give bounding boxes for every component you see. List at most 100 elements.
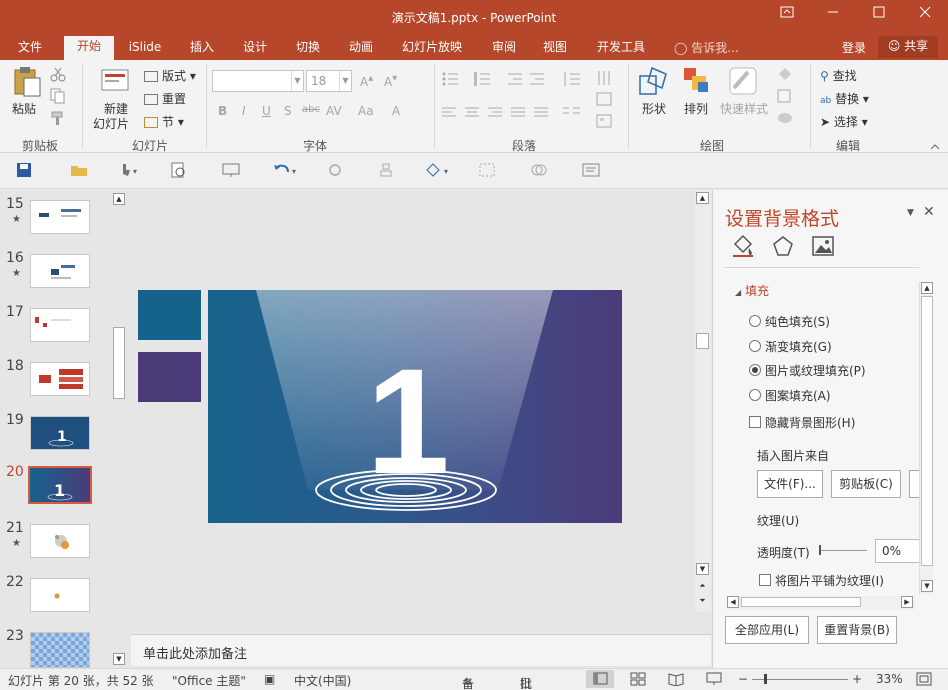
bullets-icon[interactable] bbox=[442, 72, 464, 89]
slideshow-view-icon[interactable] bbox=[706, 672, 722, 689]
shapes-qat-icon[interactable]: ▾ bbox=[424, 162, 448, 180]
open-folder-icon[interactable] bbox=[70, 162, 90, 180]
shape-fill-icon[interactable] bbox=[776, 66, 794, 85]
merge-shapes-icon[interactable] bbox=[530, 162, 550, 180]
notes-pane[interactable]: 单击此处添加备注 bbox=[131, 634, 711, 666]
color-swatch-blue[interactable] bbox=[138, 290, 201, 340]
save-icon[interactable] bbox=[16, 162, 36, 180]
increase-indent-icon[interactable] bbox=[530, 72, 546, 89]
scrollbar-thumb[interactable] bbox=[696, 333, 709, 349]
share-button[interactable]: ☺ 共享 bbox=[878, 36, 938, 58]
tab-animations[interactable]: 动画 bbox=[339, 38, 383, 60]
effects-tab-icon[interactable] bbox=[771, 234, 795, 261]
scroll-down-icon[interactable]: ▼ bbox=[113, 653, 125, 665]
picture-fill-label[interactable]: 图片或纹理填充(P) bbox=[765, 362, 866, 379]
hide-background-checkbox[interactable] bbox=[749, 416, 761, 428]
apply-to-all-button[interactable]: 全部应用(L) bbox=[725, 616, 809, 644]
solid-fill-radio[interactable] bbox=[749, 315, 761, 327]
scroll-up-icon[interactable]: ▲ bbox=[696, 192, 709, 204]
current-slide[interactable]: 1 bbox=[208, 290, 622, 523]
pattern-fill-radio[interactable] bbox=[749, 389, 761, 401]
quick-styles-button[interactable]: 快速样式 bbox=[720, 100, 768, 117]
zoom-level[interactable]: 33% bbox=[876, 672, 903, 686]
slide-thumbnail[interactable] bbox=[30, 362, 90, 396]
change-case-button[interactable]: Aa bbox=[358, 104, 374, 118]
italic-button[interactable]: I bbox=[242, 104, 246, 118]
pattern-fill-label[interactable]: 图案填充(A) bbox=[765, 387, 831, 404]
transparency-input[interactable]: 0% bbox=[875, 539, 921, 563]
reading-view-icon[interactable] bbox=[668, 672, 684, 689]
pane-close-icon[interactable]: ✕ bbox=[923, 204, 935, 220]
shapes-button[interactable]: 形状 bbox=[642, 100, 666, 117]
maximize-icon[interactable] bbox=[864, 6, 894, 26]
font-color-icon[interactable]: A bbox=[392, 104, 400, 118]
new-slide-icon[interactable] bbox=[100, 66, 130, 99]
next-slide-icon[interactable]: ⏷ bbox=[696, 596, 709, 608]
scrollbar-thumb[interactable] bbox=[921, 296, 933, 566]
normal-view-icon[interactable] bbox=[586, 670, 614, 688]
picture-fill-radio[interactable] bbox=[749, 364, 761, 376]
print-preview-icon[interactable] bbox=[170, 162, 190, 180]
online-button-partial[interactable] bbox=[909, 470, 919, 498]
ribbon-display-icon[interactable] bbox=[772, 6, 802, 26]
slide-thumbnail[interactable] bbox=[30, 632, 90, 668]
slide-thumbnail[interactable] bbox=[30, 578, 90, 612]
reset-background-button[interactable]: 重置背景(B) bbox=[817, 616, 897, 644]
layout-button[interactable]: 版式 ▾ bbox=[144, 67, 196, 84]
section-button[interactable]: 节 ▾ bbox=[144, 113, 184, 130]
shape-effects-icon[interactable] bbox=[776, 110, 794, 129]
color-swatch-purple[interactable] bbox=[138, 352, 201, 402]
fill-section-header[interactable]: ◢ 填充 bbox=[735, 282, 769, 299]
editor-scrollbar[interactable]: ▲ ▼ ⏶ ⏷ bbox=[695, 190, 711, 612]
slide-thumbnail-selected[interactable]: 1 bbox=[28, 466, 92, 504]
paste-button[interactable]: 粘贴 bbox=[12, 100, 36, 117]
close-icon[interactable] bbox=[910, 6, 940, 26]
shrink-font-icon[interactable]: A▾ bbox=[384, 73, 397, 89]
format-painter-icon[interactable] bbox=[50, 110, 66, 129]
slide-thumbnail[interactable]: 1 bbox=[30, 416, 90, 450]
justify-icon[interactable] bbox=[511, 106, 527, 123]
arrange-icon[interactable] bbox=[682, 66, 712, 101]
scroll-left-icon[interactable]: ◀ bbox=[727, 596, 739, 608]
present-icon[interactable] bbox=[222, 162, 242, 180]
hide-background-label[interactable]: 隐藏背景图形(H) bbox=[765, 414, 855, 431]
zoom-out-icon[interactable]: − bbox=[738, 672, 748, 686]
scroll-down-icon[interactable]: ▼ bbox=[696, 563, 709, 575]
font-name-combo[interactable]: ▼ bbox=[212, 70, 304, 92]
redo-icon[interactable] bbox=[326, 162, 346, 180]
language-indicator[interactable]: 中文(中国) bbox=[294, 672, 351, 689]
scroll-down-icon[interactable]: ▼ bbox=[921, 580, 933, 592]
align-left-icon[interactable] bbox=[442, 106, 458, 123]
previous-slide-icon[interactable]: ⏶ bbox=[696, 581, 709, 593]
tile-texture-checkbox[interactable] bbox=[759, 574, 771, 586]
slide-big-number[interactable]: 1 bbox=[348, 346, 468, 496]
transparency-slider-handle[interactable] bbox=[819, 545, 821, 555]
copy-icon[interactable] bbox=[50, 88, 66, 107]
minimize-icon[interactable] bbox=[818, 6, 848, 26]
paste-icon[interactable] bbox=[12, 66, 42, 101]
scroll-up-icon[interactable]: ▲ bbox=[113, 193, 125, 205]
slide-thumbnail[interactable] bbox=[30, 308, 90, 342]
tile-texture-label[interactable]: 将图片平铺为纹理(I) bbox=[775, 572, 884, 589]
align-objects-icon[interactable] bbox=[378, 162, 398, 180]
shape-outline-icon[interactable] bbox=[776, 88, 794, 107]
align-text-icon[interactable] bbox=[596, 92, 612, 109]
transparency-slider-track[interactable] bbox=[819, 550, 867, 551]
solid-fill-label[interactable]: 纯色填充(S) bbox=[765, 313, 830, 330]
tab-home[interactable]: 开始 bbox=[64, 36, 114, 60]
shapes-icon[interactable] bbox=[638, 66, 670, 101]
replace-button[interactable]: ab 替换 ▾ bbox=[820, 90, 869, 107]
file-button[interactable]: 文件(F)... bbox=[757, 470, 823, 498]
decrease-indent-icon[interactable] bbox=[508, 72, 524, 89]
tab-islide[interactable]: iSlide bbox=[122, 38, 168, 60]
tab-insert[interactable]: 插入 bbox=[180, 38, 224, 60]
numbering-icon[interactable] bbox=[474, 72, 496, 89]
underline-button[interactable]: U bbox=[262, 104, 271, 118]
zoom-slider-handle[interactable] bbox=[764, 674, 767, 684]
pane-options-icon[interactable]: ▼ bbox=[907, 208, 914, 218]
new-slide-label-2[interactable]: 幻灯片 bbox=[93, 115, 129, 132]
line-spacing-icon[interactable] bbox=[562, 72, 582, 89]
shadow-button[interactable]: S bbox=[284, 104, 292, 118]
tab-transitions[interactable]: 切换 bbox=[286, 38, 330, 60]
touch-mode-icon[interactable]: ▾ bbox=[118, 162, 138, 180]
